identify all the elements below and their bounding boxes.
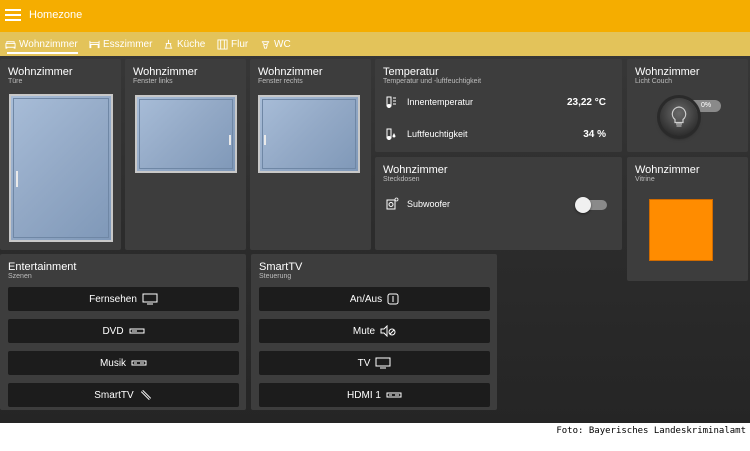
tv-icon	[142, 293, 158, 305]
humidity-icon	[386, 128, 396, 140]
tab-flur[interactable]: Flur	[217, 32, 253, 56]
photo-credit: Foto: Bayerisches Landeskriminalamt	[556, 426, 746, 436]
door-illustration	[9, 94, 113, 242]
mute-icon	[380, 325, 396, 337]
tile-subtitle: Licht Couch	[635, 78, 672, 85]
tab-label: Esszimmer	[103, 38, 153, 50]
button-label: DVD	[102, 325, 124, 337]
dvd-player-icon	[129, 328, 145, 334]
socket-icon	[386, 197, 399, 210]
sensor-row-humidity: Luftfeuchtigkeit 34 %	[385, 125, 606, 143]
tile-subtitle: Steuerung	[259, 273, 292, 280]
tab-label: Flur	[231, 38, 249, 50]
tile-title: Wohnzimmer	[635, 164, 700, 176]
button-label: TV	[357, 357, 371, 369]
tab-label: Wohnzimmer	[19, 38, 78, 50]
dining-table-icon	[89, 40, 100, 48]
hdmi1-button[interactable]: HDMI 1	[259, 383, 490, 407]
tile-title: Wohnzimmer	[258, 66, 323, 78]
button-label: Mute	[352, 325, 376, 337]
subwoofer-toggle[interactable]	[575, 197, 607, 213]
socket-row: Subwoofer	[385, 195, 606, 213]
tile-title: Wohnzimmer	[383, 164, 448, 176]
tile-title: SmartTV	[259, 261, 303, 273]
tab-wc[interactable]: WC	[260, 32, 295, 56]
tab-kueche[interactable]: Küche	[163, 32, 209, 56]
tile-title: Wohnzimmer	[8, 66, 73, 78]
window-right-tile[interactable]: Wohnzimmer Fenster rechts	[250, 59, 371, 250]
kitchen-icon	[164, 39, 173, 49]
window-left-tile[interactable]: Wohnzimmer Fenster links	[125, 59, 246, 250]
receiver-icon	[131, 360, 147, 366]
sensor-row-temperature: Innentemperatur 23,22 °C	[385, 93, 606, 111]
vitrine-tile: Wohnzimmer Vitrine	[627, 157, 748, 281]
button-label: Musik	[99, 357, 127, 369]
hdmi-icon	[386, 392, 402, 398]
button-label: SmartTV	[94, 389, 134, 401]
light-tile: Wohnzimmer Licht Couch 0%	[627, 59, 748, 152]
button-label: HDMI 1	[347, 389, 381, 401]
door-tile[interactable]: Wohnzimmer Türe	[0, 59, 121, 250]
tile-subtitle: Vitrine	[635, 176, 655, 183]
tile-subtitle: Temperatur und -luftfeuchtigkeit	[383, 78, 482, 85]
vitrine-color-picker[interactable]	[649, 199, 713, 261]
tab-label: WC	[274, 38, 291, 50]
socket-tile: Wohnzimmer Steckdosen Subwoofer	[375, 157, 622, 250]
window-illustration	[135, 95, 237, 173]
tile-subtitle: Fenster links	[133, 78, 173, 85]
window-illustration	[258, 95, 360, 173]
sensor-label: Innentemperatur	[407, 97, 474, 107]
thermometer-icon	[386, 96, 396, 108]
top-bar: Homezone	[0, 0, 750, 32]
tile-subtitle: Fenster rechts	[258, 78, 303, 85]
tile-title: Entertainment	[8, 261, 77, 273]
light-bulb-icon	[671, 106, 687, 127]
dimmer-value: 0%	[701, 102, 712, 109]
sofa-icon	[5, 40, 16, 49]
scene-fernsehen-button[interactable]: Fernsehen	[8, 287, 239, 311]
tile-title: Wohnzimmer	[133, 66, 198, 78]
tile-title: Wohnzimmer	[635, 66, 700, 78]
tab-label: Küche	[177, 38, 206, 50]
power-button[interactable]: An/Aus	[259, 287, 490, 311]
remote-control-icon	[140, 389, 151, 401]
temperature-tile: Temperatur Temperatur und -luftfeuchtigk…	[375, 59, 622, 152]
tile-subtitle: Szenen	[8, 273, 32, 280]
entertainment-tile: Entertainment Szenen Fernsehen DVD Musik…	[0, 254, 246, 410]
toggle-knob	[575, 197, 591, 213]
sensor-value: 23,22 °C	[566, 96, 606, 108]
tv-icon	[375, 357, 391, 369]
button-label: Fernsehen	[89, 293, 137, 305]
tile-title: Temperatur	[383, 66, 439, 78]
power-icon	[387, 293, 399, 305]
sensor-label: Luftfeuchtigkeit	[407, 129, 468, 139]
tile-subtitle: Steckdosen	[383, 176, 420, 183]
toilet-icon	[261, 40, 270, 49]
door-icon	[217, 38, 228, 50]
menu-icon[interactable]	[5, 9, 21, 22]
sensor-value: 34 %	[583, 128, 606, 140]
tv-button[interactable]: TV	[259, 351, 490, 375]
smarttv-tile: SmartTV Steuerung An/Aus Mute TV HDMI 1	[251, 254, 497, 410]
room-tab-bar: Wohnzimmer Esszimmer Küche Flur WC	[0, 32, 750, 56]
mute-button[interactable]: Mute	[259, 319, 490, 343]
tile-subtitle: Türe	[8, 78, 23, 85]
scene-dvd-button[interactable]: DVD	[8, 319, 239, 343]
light-switch-knob[interactable]	[660, 98, 698, 136]
tab-wohnzimmer[interactable]: Wohnzimmer	[5, 32, 80, 56]
button-label: An/Aus	[349, 293, 383, 305]
scene-musik-button[interactable]: Musik	[8, 351, 239, 375]
scene-smarttv-button[interactable]: SmartTV	[8, 383, 239, 407]
app-title: Homezone	[29, 9, 83, 21]
tab-esszimmer[interactable]: Esszimmer	[89, 32, 155, 56]
app-screen: Homezone Wohnzimmer Esszimmer Küche Flur…	[0, 0, 750, 423]
